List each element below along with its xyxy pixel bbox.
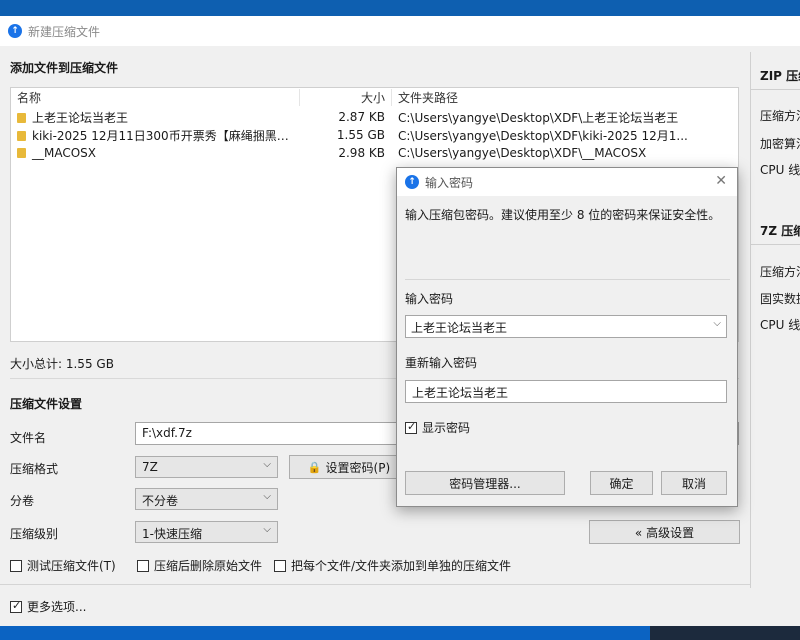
checkbox-box[interactable] — [10, 599, 22, 613]
app-logo-icon: ↑ — [8, 24, 22, 38]
password-value: 上老王论坛当老王 — [411, 321, 508, 335]
volume-value: 不分卷 — [142, 494, 179, 508]
files-section-title: 添加文件到压缩文件 — [10, 61, 119, 75]
file-size: 1.55 GB — [336, 128, 385, 142]
advanced-settings-button[interactable]: « 高级设置 — [589, 520, 740, 544]
level-value: 1-快速压缩 — [142, 527, 202, 541]
checkbox-box[interactable] — [10, 560, 22, 572]
settings-section-title: 压缩文件设置 — [10, 397, 83, 411]
file-row[interactable]: kiki-2025 12月11日300币开票秀【麻绳捆黑丝连... 1.55 G… — [11, 126, 738, 144]
window-title: 新建压缩文件 — [28, 24, 101, 39]
volume-select[interactable]: 不分卷 ⌵ — [135, 488, 278, 510]
checkbox-box[interactable] — [405, 420, 417, 434]
test-archive-label: 测试压缩文件(T) — [27, 559, 116, 573]
password-input[interactable]: 上老王论坛当老王 ⌵ — [405, 315, 727, 338]
more-options-checkbox[interactable]: 更多选项... — [10, 598, 86, 615]
zip-encrypt-label: 加密算法 — [760, 137, 800, 151]
show-password-checkbox[interactable]: 显示密码 — [405, 419, 470, 436]
file-path: C:\Users\yangye\Desktop\XDF\__MACOSX — [398, 146, 647, 160]
chevron-down-icon[interactable]: ⌵ — [713, 318, 721, 329]
7z-cpu-label: CPU 线程 — [760, 318, 800, 332]
zip-section-title: ZIP 压缩 — [760, 69, 800, 83]
chevron-down-icon: ⌵ — [263, 524, 271, 535]
format-select[interactable]: 7Z ⌵ — [135, 456, 278, 478]
password-dialog: ↑ 输入密码 ✕ 输入压缩包密码。建议使用至少 8 位的密码来保证安全性。 输入… — [396, 167, 738, 507]
delete-after-checkbox[interactable]: 压缩后删除原始文件 — [137, 557, 262, 574]
7z-section-title: 7Z 压缩 — [760, 224, 800, 238]
volume-label: 分卷 — [10, 494, 35, 508]
show-password-label: 显示密码 — [422, 421, 471, 435]
format-label: 压缩格式 — [10, 462, 59, 476]
folder-icon — [17, 130, 26, 141]
dialog-divider — [405, 279, 730, 280]
file-size: 2.87 KB — [338, 110, 385, 124]
set-password-label: 设置密码(P) — [325, 460, 391, 475]
file-size: 2.98 KB — [338, 146, 385, 160]
bottom-divider — [0, 584, 750, 585]
ok-button[interactable]: 确定 — [590, 471, 653, 495]
app-logo-icon: ↑ — [405, 175, 419, 189]
separate-archives-checkbox[interactable]: 把每个文件/文件夹添加到单独的压缩文件 — [274, 557, 511, 574]
file-path: C:\Users\yangye\Desktop\XDF\上老王论坛当老王 — [398, 110, 679, 125]
total-size: 大小总计: 1.55 GB — [10, 357, 114, 371]
window-titlebar: ↑ 新建压缩文件 — [0, 16, 800, 46]
panel-divider — [751, 89, 800, 90]
file-row[interactable]: __MACOSX 2.98 KB C:\Users\yangye\Desktop… — [11, 144, 738, 162]
more-options-label: 更多选项... — [27, 600, 87, 614]
column-header-name[interactable]: 名称 — [11, 89, 299, 106]
advanced-panel: ZIP 压缩 压缩方法 加密算法 CPU 线程 7Z 压缩 压缩方法 固实数据 … — [750, 52, 800, 588]
close-icon[interactable]: ✕ — [715, 173, 727, 189]
zip-method-label: 压缩方法 — [760, 109, 800, 123]
confirm-password-label: 重新输入密码 — [405, 356, 478, 370]
level-label: 压缩级别 — [10, 527, 59, 541]
level-select[interactable]: 1-快速压缩 ⌵ — [135, 521, 278, 543]
folder-icon — [17, 148, 26, 158]
dialog-title: 输入密码 — [425, 175, 474, 190]
password-label: 输入密码 — [405, 292, 454, 306]
file-list-header: 名称 大小 文件夹路径 — [11, 88, 738, 108]
column-header-path[interactable]: 文件夹路径 — [391, 89, 738, 106]
7z-method-label: 压缩方法 — [760, 265, 800, 279]
confirm-password-input[interactable]: 上老王论坛当老王 — [405, 380, 727, 403]
file-row[interactable]: 上老王论坛当老王 2.87 KB C:\Users\yangye\Desktop… — [11, 108, 738, 126]
lock-icon: 🔒 — [307, 460, 322, 474]
taskbar — [0, 626, 800, 640]
7z-solid-label: 固实数据 — [760, 292, 800, 306]
delete-after-label: 压缩后删除原始文件 — [154, 559, 263, 573]
dialog-titlebar: ↑ 输入密码 ✕ — [397, 168, 737, 196]
chevron-down-icon: ⌵ — [263, 491, 271, 502]
file-path: C:\Users\yangye\Desktop\XDF\kiki-2025 12… — [398, 128, 688, 143]
panel-divider — [751, 244, 800, 245]
taskbar-region — [650, 626, 800, 640]
desktop-top — [0, 0, 800, 16]
folder-icon — [17, 112, 26, 123]
chevron-down-icon: ⌵ — [263, 459, 271, 470]
column-header-size[interactable]: 大小 — [299, 89, 391, 106]
file-name: __MACOSX — [32, 146, 97, 160]
zip-cpu-label: CPU 线程 — [760, 163, 800, 177]
cancel-button[interactable]: 取消 — [661, 471, 727, 495]
dialog-message: 输入压缩包密码。建议使用至少 8 位的密码来保证安全性。 — [405, 208, 721, 222]
file-name: 上老王论坛当老王 — [32, 110, 129, 125]
filename-label: 文件名 — [10, 431, 47, 445]
test-archive-checkbox[interactable]: 测试压缩文件(T) — [10, 557, 116, 574]
checkbox-box[interactable] — [137, 560, 149, 572]
separate-archives-label: 把每个文件/文件夹添加到单独的压缩文件 — [291, 559, 512, 573]
password-manager-button[interactable]: 密码管理器... — [405, 471, 565, 495]
checkbox-box[interactable] — [274, 560, 286, 572]
file-name: kiki-2025 12月11日300币开票秀【麻绳捆黑丝连... — [32, 128, 299, 143]
set-password-button[interactable]: 🔒 设置密码(P) — [289, 455, 409, 479]
format-value: 7Z — [142, 460, 158, 474]
new-archive-window: ↑ 新建压缩文件 添加文件到压缩文件 名称 大小 文件夹路径 上老王论坛当老王 … — [0, 16, 800, 626]
